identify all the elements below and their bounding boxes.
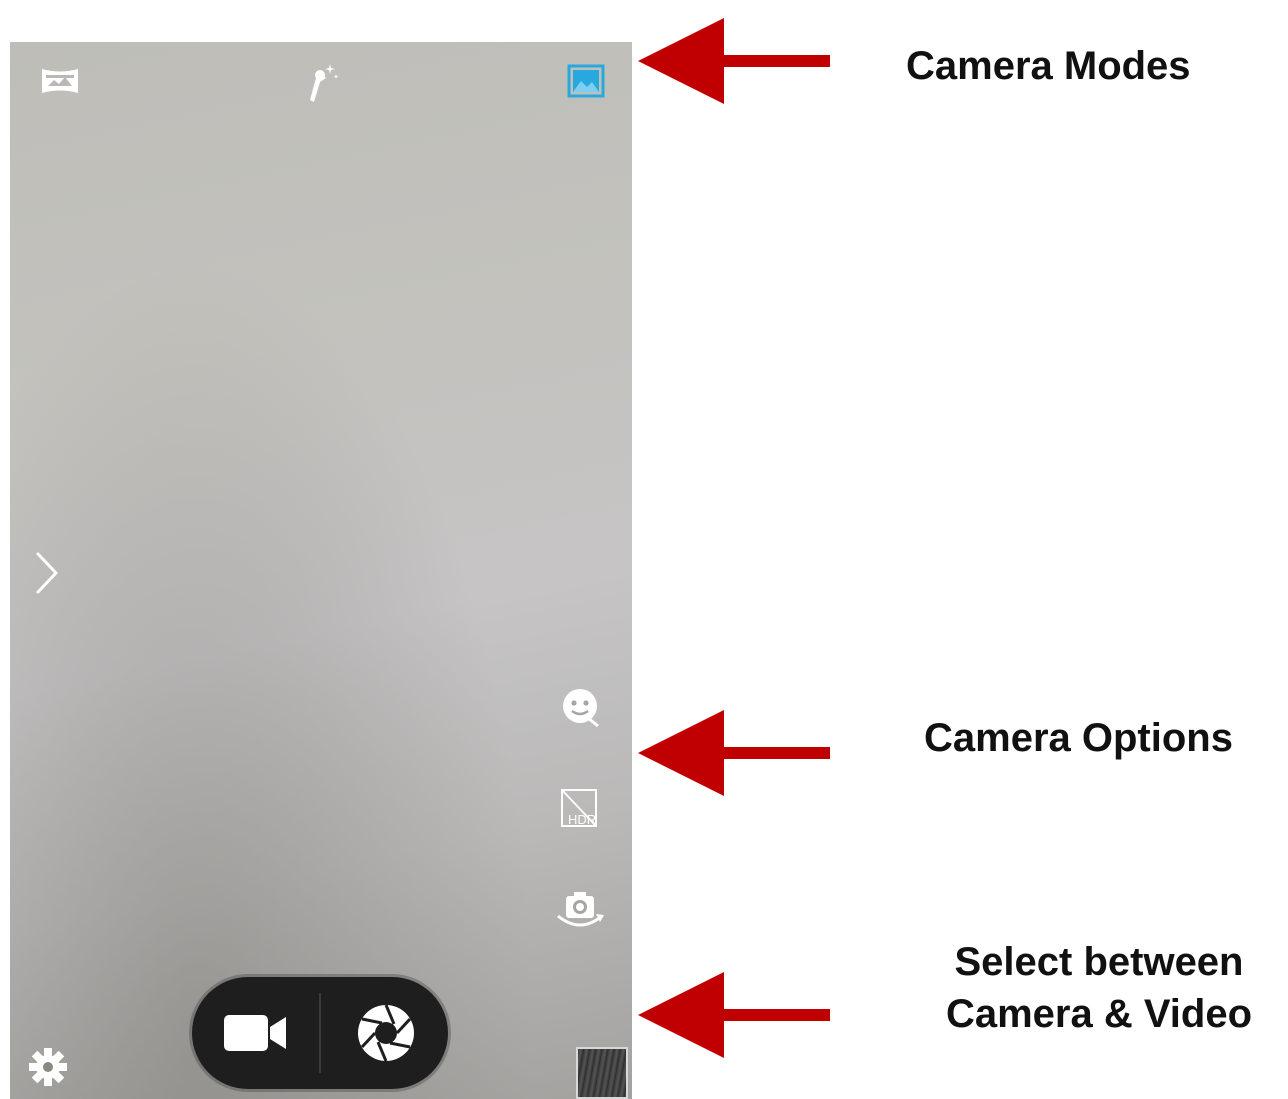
hdr-off-icon[interactable]: HDR [556,786,604,830]
annotation-capture-line1: Select between [954,940,1244,984]
annotation-camera-modes: Camera Modes [906,44,1191,88]
annotation-capture-select: Select between Camera & Video [910,936,1288,1040]
annotation-camera-options: Camera Options [924,716,1233,760]
magic-wand-icon[interactable] [300,60,342,104]
arrow-left-icon [634,970,834,1060]
switch-camera-icon[interactable] [552,888,608,934]
shutter-icon[interactable] [352,999,420,1067]
face-detect-icon[interactable] [558,684,602,728]
annotation-capture-line2: Camera & Video [945,992,1253,1036]
camera-viewfinder[interactable]: HDR [10,42,632,1099]
arrow-left-icon [634,16,834,106]
capture-mode-switch [192,977,448,1089]
hdr-label: HDR [568,812,596,827]
arrow-left-icon [634,708,834,798]
photo-icon[interactable] [567,64,605,98]
panorama-icon[interactable] [40,66,80,96]
viewfinder-shading [10,42,632,1099]
pill-divider [319,993,321,1073]
gear-icon[interactable] [26,1045,70,1089]
gallery-thumbnail[interactable] [576,1047,628,1099]
chevron-right-icon[interactable] [34,550,60,596]
video-camera-icon[interactable] [222,1007,290,1059]
